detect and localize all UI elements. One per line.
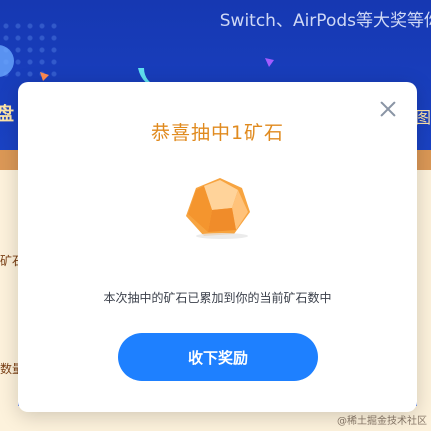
close-icon[interactable]: [377, 98, 399, 120]
reward-message: 本次抽中的矿石已累加到你的当前矿石数中: [103, 291, 332, 305]
modal-title: 恭喜抽中1矿石: [150, 122, 285, 144]
confetti-triangle-icon: [265, 58, 274, 67]
confetti-triangle-icon: [40, 72, 49, 81]
reward-modal: 恭喜抽中1矿石 本次抽中的矿石已累加到你的当前矿石数中 收下奖励: [18, 82, 417, 412]
ore-icon: [186, 178, 250, 239]
collect-reward-button[interactable]: 收下奖励: [118, 333, 318, 381]
